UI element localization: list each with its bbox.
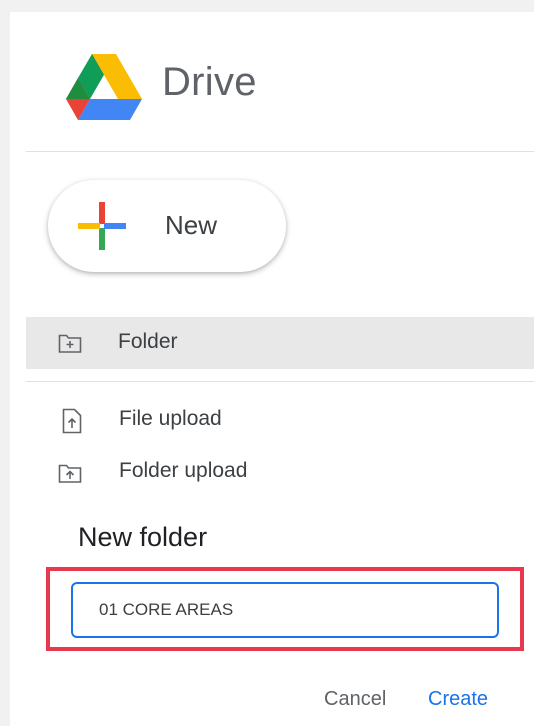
file-upload-icon [62, 408, 82, 434]
menu-item-folder-upload[interactable]: Folder upload [26, 450, 534, 494]
menu-divider [26, 381, 534, 382]
new-folder-icon [58, 334, 82, 353]
menu-item-folder[interactable]: Folder [26, 317, 534, 369]
create-button[interactable]: Create [428, 688, 488, 711]
header-divider [26, 151, 534, 152]
dialog-actions: Cancel Create [10, 688, 534, 718]
cancel-button[interactable]: Cancel [324, 688, 386, 711]
menu-item-file-upload[interactable]: File upload [26, 398, 534, 442]
drive-sidebar-panel: Drive New Folder File upload Folder uplo… [10, 12, 534, 726]
dialog-title: New folder [78, 522, 208, 552]
menu-item-label: Folder [118, 330, 178, 353]
plus-icon [78, 202, 126, 250]
drive-logo-icon [66, 54, 142, 120]
new-button-label: New [165, 210, 218, 240]
folder-upload-icon [58, 464, 82, 483]
app-title: Drive [162, 60, 257, 104]
new-button[interactable]: New [48, 180, 286, 272]
folder-name-input[interactable] [71, 582, 499, 638]
menu-item-label: File upload [119, 407, 222, 430]
menu-item-label: Folder upload [119, 459, 248, 482]
drive-header: Drive [66, 52, 366, 132]
